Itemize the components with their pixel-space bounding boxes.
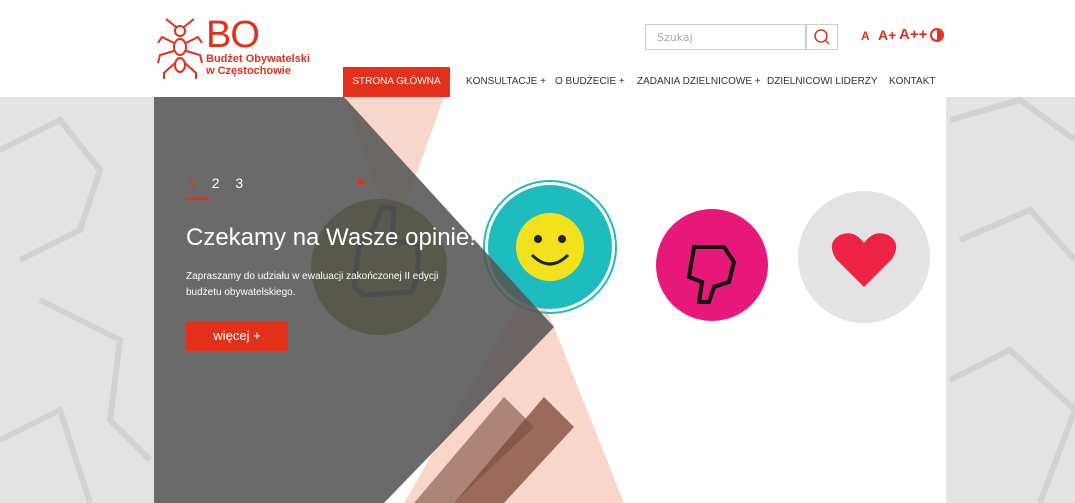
search-icon bbox=[814, 29, 830, 45]
more-button[interactable]: więcej + bbox=[186, 321, 288, 351]
search-input[interactable]: Szukaj bbox=[645, 24, 806, 50]
search-button[interactable] bbox=[806, 24, 838, 50]
nav-about[interactable]: O BUDŻECIE + bbox=[555, 67, 625, 97]
logo-subtitle: Budżet Obywatelski w Częstochowie bbox=[206, 53, 310, 77]
slide-title: Czekamy na Wasze opinie! bbox=[186, 224, 476, 251]
hero-slider: 1 2 3 Czekamy na Wasze opinie! Zapraszam… bbox=[154, 97, 946, 503]
ant-logo-icon bbox=[157, 18, 203, 79]
nav-district-leaders[interactable]: DZIELNICOWI LIDERZY bbox=[767, 67, 878, 97]
nav-consultations[interactable]: KONSULTACJE + bbox=[466, 67, 546, 97]
nav-contact[interactable]: KONTAKT bbox=[889, 67, 935, 97]
logo-line2: w Częstochowie bbox=[206, 65, 291, 77]
contrast-icon[interactable] bbox=[930, 28, 944, 42]
font-size-large[interactable]: A+ bbox=[878, 27, 896, 43]
site-header: BO Budżet Obywatelski w Częstochowie Szu… bbox=[0, 0, 1075, 97]
logo-bo: BO bbox=[206, 14, 260, 56]
font-size-xlarge[interactable]: A++ bbox=[899, 26, 927, 43]
play-arrow-icon[interactable] bbox=[358, 178, 366, 186]
slide-pagination: 1 2 3 bbox=[188, 175, 255, 191]
logo[interactable]: BO Budżet Obywatelski w Częstochowie bbox=[156, 14, 316, 83]
slide-indicator-line bbox=[186, 198, 210, 200]
slide-dot-3[interactable]: 3 bbox=[235, 175, 243, 191]
slide-dot-1[interactable]: 1 bbox=[188, 175, 196, 191]
nav-district-tasks[interactable]: ZADANIA DZIELNICOWE + bbox=[637, 67, 761, 97]
slide-description: Zapraszamy do udziału w ewaluacji zakońc… bbox=[186, 271, 439, 298]
logo-line1: Budżet Obywatelski bbox=[206, 53, 310, 65]
nav-home[interactable]: STRONA GŁÓWNA bbox=[343, 67, 450, 97]
font-size-normal[interactable]: A bbox=[861, 29, 870, 43]
slide-dot-2[interactable]: 2 bbox=[212, 175, 220, 191]
